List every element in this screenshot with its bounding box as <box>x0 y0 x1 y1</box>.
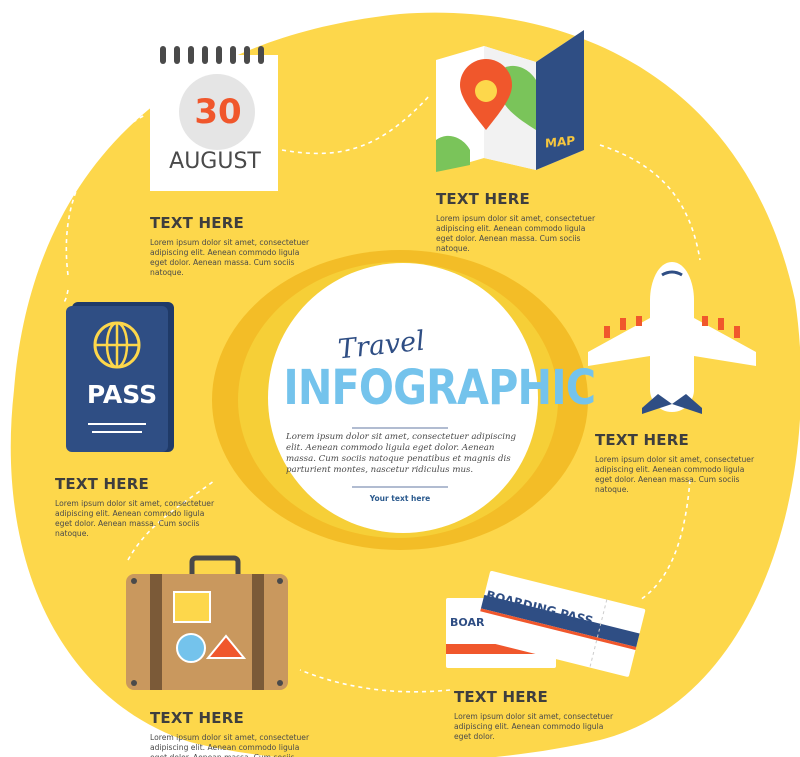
passport-label: PASS <box>86 380 158 409</box>
text-block-body: Lorem ipsum dolor sit amet, consectetuer… <box>454 712 614 741</box>
text-block-calendar: TEXT HERE Lorem ipsum dolor sit amet, co… <box>150 214 310 278</box>
boarding-pass-back-label: BOAR <box>450 616 485 629</box>
text-block-suitcase: TEXT HERE Lorem ipsum dolor sit amet, co… <box>150 709 315 757</box>
calendar-month: AUGUST <box>169 149 261 174</box>
infographic-canvas: Travel INFOGRAPHIC Lorem ipsum dolor sit… <box>0 0 800 757</box>
passport-icon <box>66 302 174 452</box>
text-block-body: Lorem ipsum dolor sit amet, consectetuer… <box>595 455 755 494</box>
text-block-heading: TEXT HERE <box>150 214 244 232</box>
center-caption: Your text here <box>369 494 431 503</box>
text-block-passport: TEXT HERE Lorem ipsum dolor sit amet, co… <box>55 475 220 539</box>
text-block-body: Lorem ipsum dolor sit amet, consectetuer… <box>150 733 310 757</box>
calendar-day: 30 <box>194 92 242 132</box>
text-block-body: Lorem ipsum dolor sit amet, consectetuer… <box>436 214 596 253</box>
text-block-heading: TEXT HERE <box>454 688 548 706</box>
text-block-heading: TEXT HERE <box>595 431 689 449</box>
text-block-boarding-pass: TEXT HERE Lorem ipsum dolor sit amet, co… <box>454 688 619 742</box>
text-block-heading: TEXT HERE <box>55 475 149 493</box>
title-main: INFOGRAPHIC <box>283 360 596 416</box>
text-block-airplane: TEXT HERE Lorem ipsum dolor sit amet, co… <box>595 431 760 495</box>
text-block-heading: TEXT HERE <box>150 709 244 727</box>
text-block-body: Lorem ipsum dolor sit amet, consectetuer… <box>55 499 215 538</box>
text-block-map: TEXT HERE Lorem ipsum dolor sit amet, co… <box>436 190 601 254</box>
center-body-text: Lorem ipsum dolor sit amet, consectetuer… <box>286 432 517 475</box>
suitcase-icon <box>126 555 288 690</box>
text-block-body: Lorem ipsum dolor sit amet, consectetuer… <box>150 238 310 277</box>
text-block-heading: TEXT HERE <box>436 190 530 208</box>
